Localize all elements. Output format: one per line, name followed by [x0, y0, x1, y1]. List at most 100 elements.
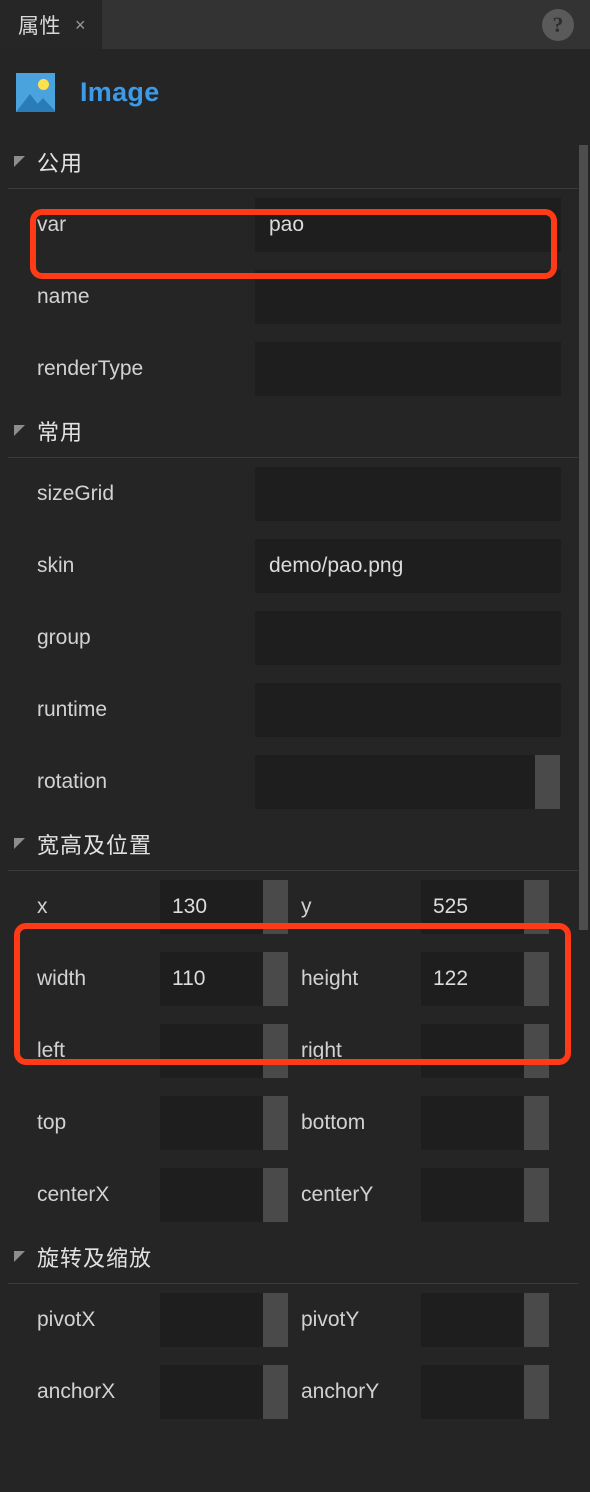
help-icon[interactable]: ? — [542, 8, 574, 41]
property-label-pivoty: pivotY — [301, 1308, 360, 1331]
property-row-rendertype[interactable]: renderType — [0, 333, 590, 405]
close-icon[interactable]: × — [75, 16, 86, 34]
property-label-var: var — [37, 213, 67, 236]
property-label-name: name — [37, 285, 90, 308]
anchorx-input[interactable] — [160, 1365, 263, 1419]
width-input[interactable]: 110 — [160, 952, 263, 1006]
page-title: Image — [80, 77, 160, 107]
centerx-stepper[interactable] — [263, 1168, 288, 1222]
bottom-input[interactable] — [421, 1096, 524, 1150]
left-stepper[interactable] — [263, 1024, 288, 1078]
pivotx-stepper[interactable] — [263, 1293, 288, 1347]
height-input[interactable]: 122 — [421, 952, 524, 1006]
property-label-anchorx: anchorX — [37, 1380, 116, 1403]
tab-bar: 属性 × ? — [0, 0, 590, 49]
property-label-height: height — [301, 967, 359, 990]
centerx-input[interactable] — [160, 1168, 263, 1222]
section-title-frequent: 常用 — [37, 420, 84, 445]
property-row-sizegrid[interactable]: sizeGrid — [0, 458, 590, 530]
tab-properties-label: 属性 — [18, 14, 61, 38]
property-row-var[interactable]: var pao — [0, 189, 590, 261]
property-row-anchorx-anchory[interactable]: anchorX anchorY — [0, 1356, 590, 1428]
rendertype-select[interactable] — [255, 342, 561, 396]
property-row-group[interactable]: group — [0, 602, 590, 674]
y-input[interactable]: 525 — [421, 880, 524, 934]
property-label-width: width — [37, 967, 87, 990]
pivotx-input[interactable] — [160, 1293, 263, 1347]
right-input[interactable] — [421, 1024, 524, 1078]
tab-properties[interactable]: 属性 × — [0, 0, 102, 49]
height-stepper[interactable] — [524, 952, 549, 1006]
property-label-x: x — [37, 895, 48, 918]
section-rows-rotate-scale: pivotX pivotY anchorX anchorY — [0, 1284, 590, 1428]
top-input[interactable] — [160, 1096, 263, 1150]
property-row-top-bottom[interactable]: top bottom — [0, 1087, 590, 1159]
centery-input[interactable] — [421, 1168, 524, 1222]
section-title-common: 公用 — [37, 151, 84, 176]
properties-scroll-area: 公用 var pao name renderType 常用 sizeGrid s… — [0, 136, 590, 1428]
property-row-pivotx-pivoty[interactable]: pivotX pivotY — [0, 1284, 590, 1356]
property-label-top: top — [37, 1111, 67, 1134]
left-input[interactable] — [160, 1024, 263, 1078]
anchory-stepper[interactable] — [524, 1365, 549, 1419]
collapse-triangle-icon — [14, 424, 25, 436]
property-label-rendertype: renderType — [37, 357, 144, 380]
rotation-input[interactable] — [255, 755, 535, 809]
property-row-centerx-centery[interactable]: centerX centerY — [0, 1159, 590, 1231]
property-label-left: left — [37, 1039, 66, 1062]
panel-title-row: Image — [0, 49, 590, 136]
property-label-skin: skin — [37, 554, 75, 577]
property-label-runtime: runtime — [37, 698, 108, 721]
centery-stepper[interactable] — [524, 1168, 549, 1222]
pivoty-stepper[interactable] — [524, 1293, 549, 1347]
collapse-triangle-icon — [14, 155, 25, 167]
property-row-x-y[interactable]: x 130 y 525 — [0, 871, 590, 943]
property-label-sizegrid: sizeGrid — [37, 482, 115, 505]
group-input[interactable] — [255, 611, 561, 665]
collapse-triangle-icon — [14, 1250, 25, 1262]
section-title-rotate-scale: 旋转及缩放 — [37, 1246, 153, 1271]
image-icon-sun — [38, 79, 49, 90]
property-label-bottom: bottom — [301, 1111, 366, 1134]
section-header-size-position[interactable]: 宽高及位置 — [0, 818, 590, 870]
section-header-frequent[interactable]: 常用 — [0, 405, 590, 457]
scrollbar-thumb[interactable] — [579, 145, 588, 930]
tab-bar-spacer — [102, 0, 542, 49]
var-input[interactable]: pao — [255, 198, 561, 252]
property-row-name[interactable]: name — [0, 261, 590, 333]
property-row-left-right[interactable]: left right — [0, 1015, 590, 1087]
property-label-right: right — [301, 1039, 342, 1062]
property-label-centerx: centerX — [37, 1183, 110, 1206]
image-icon — [16, 73, 55, 112]
bottom-stepper[interactable] — [524, 1096, 549, 1150]
anchory-input[interactable] — [421, 1365, 524, 1419]
property-row-skin[interactable]: skin demo/pao.png — [0, 530, 590, 602]
anchorx-stepper[interactable] — [263, 1365, 288, 1419]
rotation-stepper[interactable] — [535, 755, 560, 809]
name-input[interactable] — [255, 270, 561, 324]
property-label-centery: centerY — [301, 1183, 374, 1206]
y-stepper[interactable] — [524, 880, 549, 934]
width-stepper[interactable] — [263, 952, 288, 1006]
x-input[interactable]: 130 — [160, 880, 263, 934]
x-stepper[interactable] — [263, 880, 288, 934]
property-label-y: y — [301, 895, 312, 918]
runtime-input[interactable] — [255, 683, 561, 737]
section-rows-size-position: x 130 y 525 width 110 height 122 left ri… — [0, 871, 590, 1231]
top-stepper[interactable] — [263, 1096, 288, 1150]
section-header-rotate-scale[interactable]: 旋转及缩放 — [0, 1231, 590, 1283]
section-title-size-position: 宽高及位置 — [37, 833, 153, 858]
section-rows-frequent: sizeGrid skin demo/pao.png group runtime… — [0, 458, 590, 818]
property-row-width-height[interactable]: width 110 height 122 — [0, 943, 590, 1015]
right-stepper[interactable] — [524, 1024, 549, 1078]
image-icon-mountain-2 — [30, 98, 55, 112]
property-row-runtime[interactable]: runtime — [0, 674, 590, 746]
property-label-rotation: rotation — [37, 770, 108, 793]
skin-input[interactable]: demo/pao.png — [255, 539, 561, 593]
section-header-common[interactable]: 公用 — [0, 136, 590, 188]
pivoty-input[interactable] — [421, 1293, 524, 1347]
property-label-pivotx: pivotX — [37, 1308, 96, 1331]
sizegrid-input[interactable] — [255, 467, 561, 521]
property-label-anchory: anchorY — [301, 1380, 380, 1403]
property-row-rotation[interactable]: rotation — [0, 746, 590, 818]
